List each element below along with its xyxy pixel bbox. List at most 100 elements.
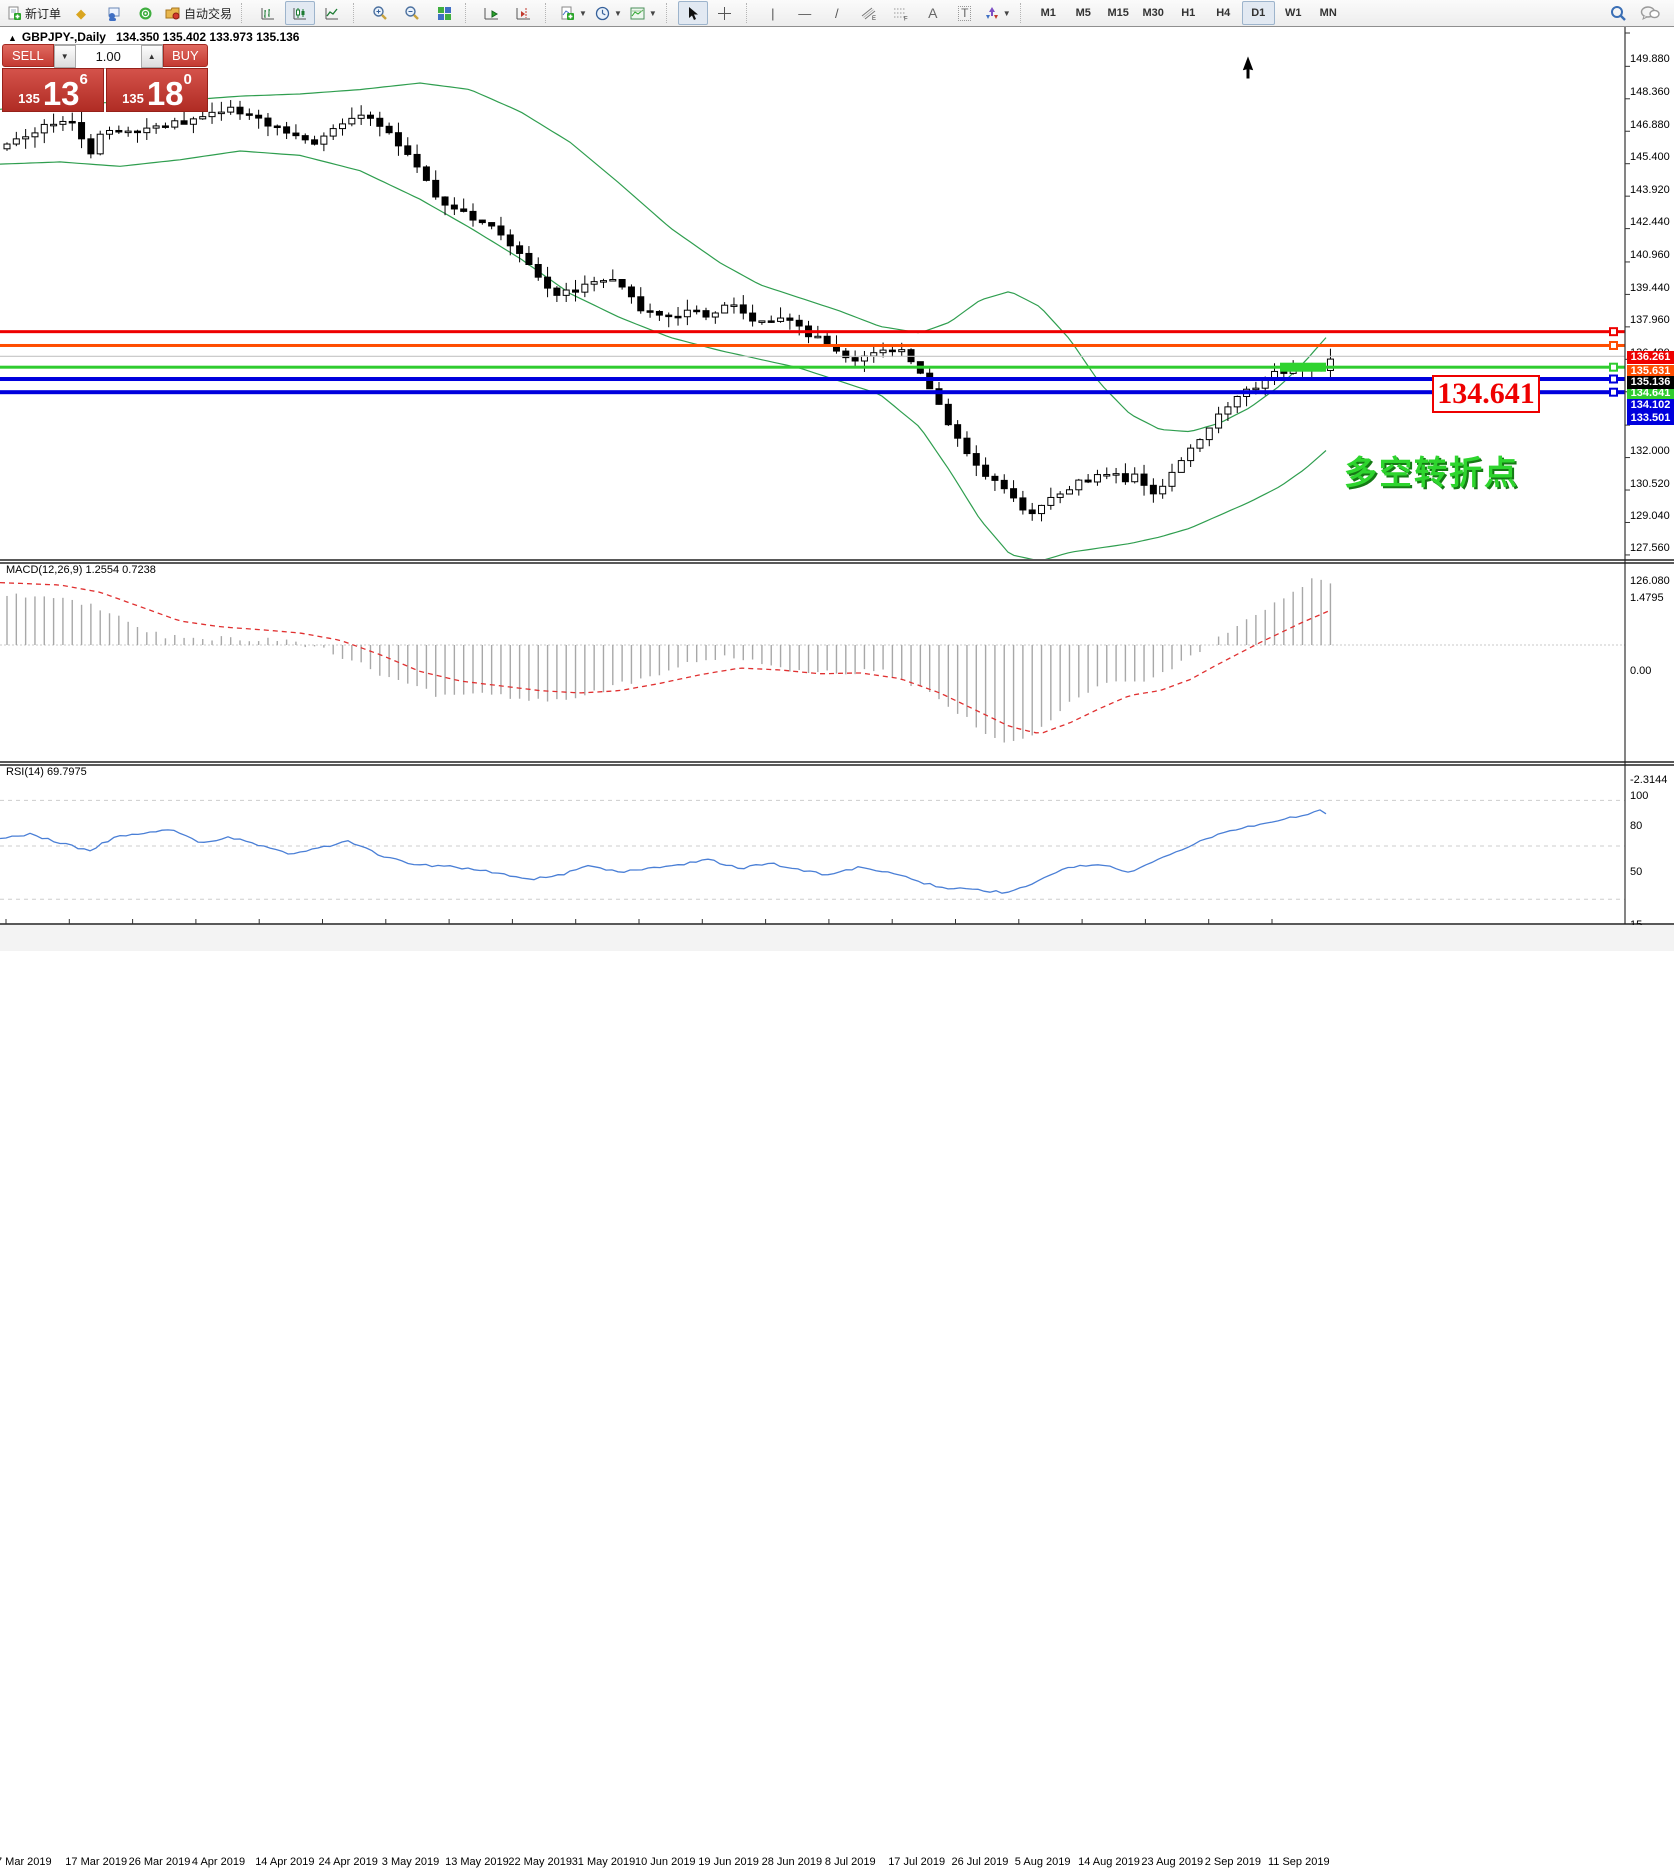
indicators-icon	[560, 6, 575, 21]
toolbar-separator	[353, 3, 359, 23]
rsi-label: RSI(14) 69.7975	[6, 766, 87, 778]
ohlc-values: 134.350 135.402 133.973 135.136	[116, 30, 300, 44]
date-tick-label: 31 May 2019	[572, 1856, 636, 1868]
timeframe-button-mn[interactable]: MN	[1312, 1, 1345, 25]
toolbar-separator	[666, 3, 672, 23]
price-tick-label: 127.560	[1630, 542, 1670, 554]
text-icon: A	[928, 7, 937, 20]
price-tick-label: 145.400	[1630, 151, 1670, 163]
tile-windows-button[interactable]	[429, 1, 459, 25]
price-tick-label: 130.520	[1630, 478, 1670, 490]
new-order-label: 新订单	[25, 5, 61, 22]
periods-clock-icon	[595, 6, 610, 21]
buy-button[interactable]: BUY	[163, 44, 208, 67]
date-tick-label: 22 May 2019	[508, 1856, 572, 1868]
chart-shift-button[interactable]	[509, 1, 539, 25]
timeframe-button-m15[interactable]: M15	[1102, 1, 1135, 25]
timeframe-button-h4[interactable]: H4	[1207, 1, 1240, 25]
candlestick-chart-button[interactable]	[285, 1, 315, 25]
timeframe-button-h1[interactable]: H1	[1172, 1, 1205, 25]
fibonacci-icon: F	[893, 6, 909, 21]
level-price-tag[interactable]: 134.641	[1432, 375, 1540, 413]
macd-label: MACD(12,26,9) 1.2554 0.7238	[6, 564, 156, 576]
indicators-button[interactable]: ▼	[557, 1, 590, 25]
sell-price-tile[interactable]: 135 13 6	[2, 68, 104, 112]
templates-button[interactable]: ▼	[627, 1, 660, 25]
line-chart-button[interactable]	[317, 1, 347, 25]
date-axis[interactable]: 7 Mar 201917 Mar 201926 Mar 20194 Apr 20…	[0, 925, 1674, 951]
date-tick-label: 24 Apr 2019	[319, 1856, 378, 1868]
periods-button[interactable]: ▼	[592, 1, 625, 25]
collapse-triangle-icon[interactable]: ▲	[8, 33, 17, 43]
timeframe-button-m30[interactable]: M30	[1137, 1, 1170, 25]
auto-trading-label: 自动交易	[184, 5, 232, 22]
tile-windows-icon	[437, 6, 452, 21]
auto-trading-button[interactable]: 自动交易	[162, 1, 235, 25]
rsi-axis-label: 80	[1630, 820, 1642, 832]
text-label-button[interactable]: T	[950, 1, 980, 25]
bar-chart-icon	[261, 6, 276, 21]
auto-scroll-button[interactable]	[477, 1, 507, 25]
date-tick-label: 13 May 2019	[445, 1856, 509, 1868]
hline-price-tag: 134.102	[1627, 399, 1674, 412]
search-icon	[1610, 5, 1627, 22]
mouse-cursor	[1240, 54, 1256, 80]
toolbar-separator	[465, 3, 471, 23]
trendline-button[interactable]: /	[822, 1, 852, 25]
buy-price-prefix: 135	[122, 91, 144, 106]
turning-point-annotation[interactable]: 多空转折点	[1344, 446, 1519, 494]
timeframe-button-d1[interactable]: D1	[1242, 1, 1275, 25]
toolbar-separator	[1020, 3, 1026, 23]
timeframe-group: M1M5M15M30H1H4D1W1MN	[1028, 0, 1349, 26]
sell-price-sup: 6	[80, 71, 88, 88]
date-tick-label: 7 Mar 2019	[0, 1856, 52, 1868]
date-tick-label: 3 May 2019	[382, 1856, 439, 1868]
sell-price-prefix: 135	[18, 91, 40, 106]
arrows-button[interactable]: ▼	[982, 1, 1014, 25]
timeframe-button-w1[interactable]: W1	[1277, 1, 1310, 25]
signals-icon	[138, 6, 153, 21]
zoom-out-button[interactable]	[397, 1, 427, 25]
zoom-in-icon	[372, 5, 388, 21]
zoom-in-button[interactable]	[365, 1, 395, 25]
timeframe-button-m1[interactable]: M1	[1032, 1, 1065, 25]
cursor-button[interactable]	[678, 1, 708, 25]
buy-price-sup: 0	[184, 71, 192, 88]
timeframe-button-m5[interactable]: M5	[1067, 1, 1100, 25]
auto-scroll-icon	[484, 6, 500, 21]
volume-increase-button[interactable]: ▲	[141, 45, 163, 68]
price-tick-label: 132.000	[1630, 445, 1670, 457]
vertical-line-button[interactable]: |	[758, 1, 788, 25]
one-click-trading-panel: SELL ▼ ▲ BUY 135 13 6 135 18 0	[2, 44, 208, 112]
date-tick-label: 4 Apr 2019	[192, 1856, 245, 1868]
signals-button[interactable]	[130, 1, 160, 25]
text-button[interactable]: A	[918, 1, 948, 25]
date-tick-label: 2 Sep 2019	[1205, 1856, 1261, 1868]
text-label-icon: T	[958, 6, 971, 21]
macd-axis-label: 0.00	[1630, 665, 1651, 677]
price-tick-label: 139.440	[1630, 282, 1670, 294]
channel-button[interactable]: E	[854, 1, 884, 25]
chat-button[interactable]	[1635, 1, 1665, 25]
horizontal-line-button[interactable]: —	[790, 1, 820, 25]
volume-decrease-button[interactable]: ▼	[54, 45, 76, 68]
sell-price-big: 13	[43, 79, 80, 109]
metaeditor-icon: ◆	[76, 7, 86, 20]
toolbar-separator	[545, 3, 551, 23]
date-tick-label: 28 Jun 2019	[762, 1856, 823, 1868]
new-order-button[interactable]: 新订单	[4, 1, 64, 25]
price-tick-label: 149.880	[1630, 53, 1670, 65]
crosshair-button[interactable]	[710, 1, 740, 25]
metaeditor-button[interactable]: ◆	[66, 1, 96, 25]
fibonacci-button[interactable]: F	[886, 1, 916, 25]
auto-trading-icon	[165, 6, 181, 20]
symbol-period-label: GBPJPY-,Daily	[22, 30, 106, 44]
volume-input[interactable]	[76, 45, 141, 68]
search-button[interactable]	[1603, 1, 1633, 25]
sell-button[interactable]: SELL	[2, 44, 54, 67]
arrows-icon	[985, 6, 999, 20]
buy-price-tile[interactable]: 135 18 0	[106, 68, 208, 112]
bar-chart-button[interactable]	[253, 1, 283, 25]
date-tick-label: 5 Aug 2019	[1015, 1856, 1071, 1868]
terminal-button[interactable]	[98, 1, 128, 25]
